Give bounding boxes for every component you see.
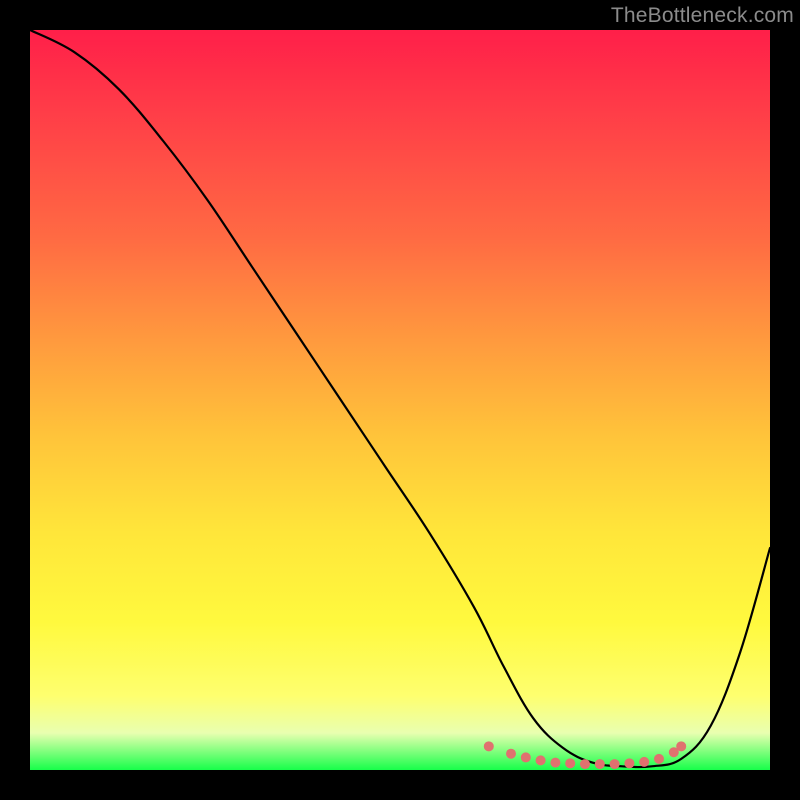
plot-area: [30, 30, 770, 770]
marker-dot: [624, 758, 634, 768]
marker-dot: [536, 755, 546, 765]
marker-dot: [654, 754, 664, 764]
marker-dot: [565, 758, 575, 768]
marker-dot: [595, 759, 605, 769]
marker-dot: [506, 749, 516, 759]
marker-dot: [580, 759, 590, 769]
curve-layer: [30, 30, 770, 770]
watermark-text: TheBottleneck.com: [611, 4, 794, 28]
marker-dot: [610, 759, 620, 769]
marker-dot: [639, 757, 649, 767]
marker-dot: [676, 741, 686, 751]
chart-stage: TheBottleneck.com: [0, 0, 800, 800]
marker-dot: [484, 741, 494, 751]
marker-dot: [550, 758, 560, 768]
marker-dot: [521, 752, 531, 762]
main-curve: [30, 30, 770, 767]
